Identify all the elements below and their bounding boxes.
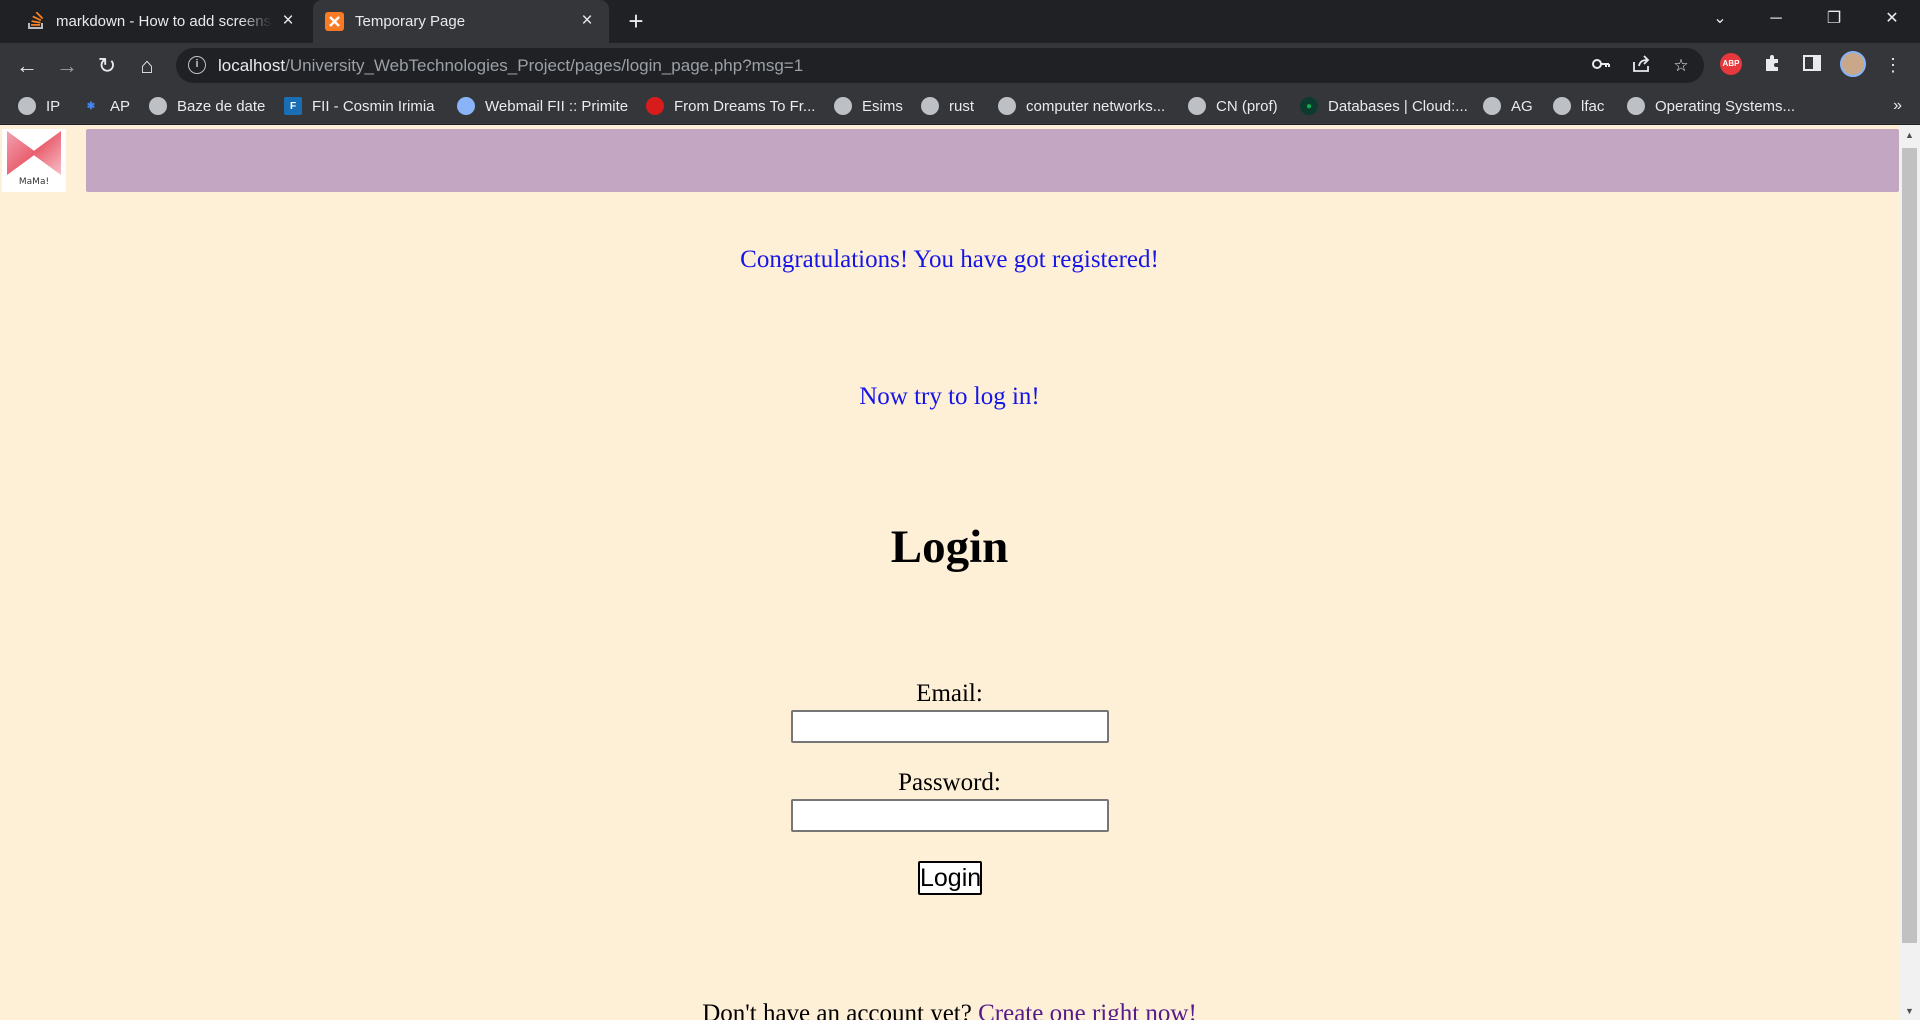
ap-icon: ✱ xyxy=(86,100,96,112)
site-header-bar xyxy=(86,129,1899,192)
bookmark-from-dreams[interactable]: From Dreams To Fr... xyxy=(646,88,815,124)
bookmark-fii[interactable]: F FII - Cosmin Irimia xyxy=(284,88,435,124)
page-viewport: MaMa! Congratulations! You have got regi… xyxy=(0,125,1920,1020)
reload-button[interactable]: ↻ xyxy=(92,51,122,81)
adblock-icon[interactable]: ABP xyxy=(1720,53,1742,75)
share-icon[interactable] xyxy=(1629,54,1653,78)
site-logo[interactable]: MaMa! xyxy=(2,129,66,192)
globe-icon xyxy=(921,97,939,115)
home-button[interactable]: ⌂ xyxy=(132,51,162,81)
fii-icon: F xyxy=(284,97,302,115)
globe-icon xyxy=(18,97,36,115)
url-text[interactable]: localhost/University_WebTechnologies_Pro… xyxy=(218,56,803,76)
bookmark-rust[interactable]: rust xyxy=(921,88,974,124)
tab-title: markdown - How to add screenshot xyxy=(56,13,272,30)
back-button[interactable]: ← xyxy=(12,51,42,81)
try-login-message: Now try to log in! xyxy=(859,383,1040,410)
close-tab-icon[interactable]: × xyxy=(577,11,597,31)
bookmark-ag[interactable]: AG xyxy=(1483,88,1533,124)
bookmark-cn-prof[interactable]: CN (prof) xyxy=(1188,88,1278,124)
sidepanel-icon[interactable] xyxy=(1800,53,1824,77)
close-tab-icon[interactable]: × xyxy=(278,11,298,31)
mongodb-icon: ● xyxy=(1300,97,1318,115)
red-icon xyxy=(646,97,664,115)
minimize-button[interactable]: ─ xyxy=(1748,0,1804,37)
globe-icon xyxy=(1188,97,1206,115)
browser-toolbar: ← → ↻ ⌂ i localhost/University_WebTechno… xyxy=(0,43,1920,88)
logo-mark xyxy=(7,131,61,175)
bookmark-databases[interactable]: ● Databases | Cloud:... xyxy=(1300,88,1468,124)
menu-icon[interactable]: ⋮ xyxy=(1881,53,1905,77)
password-field[interactable] xyxy=(791,799,1109,832)
email-label: Email: xyxy=(916,680,983,707)
tab-strip: markdown - How to add screenshot × Tempo… xyxy=(0,0,1920,43)
registration-success-message: Congratulations! You have got registered… xyxy=(740,246,1159,273)
bookmarks-bar: IP ✱ AP Baze de date F FII - Cosmin Irimia… xyxy=(0,88,1920,124)
vertical-scrollbar[interactable]: ▲ ▼ xyxy=(1899,125,1920,1020)
scroll-down-arrow-icon[interactable]: ▼ xyxy=(1899,1003,1920,1020)
bookmark-lfac[interactable]: lfac xyxy=(1553,88,1604,124)
bookmark-baze-de-date[interactable]: Baze de date xyxy=(149,88,265,124)
tab-search-icon[interactable]: ⌄ xyxy=(1692,0,1748,37)
new-tab-button[interactable]: + xyxy=(622,7,650,35)
bookmark-webmail[interactable]: Webmail FII :: Primite xyxy=(457,88,628,124)
xampp-icon xyxy=(325,12,344,31)
globe-icon xyxy=(998,97,1016,115)
key-icon[interactable] xyxy=(1589,54,1613,78)
webmail-icon xyxy=(457,97,475,115)
bookmark-computer-networks[interactable]: computer networks... xyxy=(998,88,1165,124)
signup-line: Don't have an account yet? Create one ri… xyxy=(0,1000,1899,1020)
login-button[interactable]: Login xyxy=(918,861,982,895)
stackoverflow-icon xyxy=(26,12,45,31)
tab-title: Temporary Page xyxy=(355,13,466,30)
bookmark-ip[interactable]: IP xyxy=(18,88,60,124)
address-bar[interactable]: i localhost/University_WebTechnologies_P… xyxy=(176,48,1704,83)
logo-text: MaMa! xyxy=(18,177,50,187)
star-icon[interactable]: ☆ xyxy=(1669,54,1693,78)
bookmarks-overflow-button[interactable]: » xyxy=(1893,88,1902,124)
email-field[interactable] xyxy=(791,710,1109,743)
restore-button[interactable]: ❐ xyxy=(1806,0,1862,37)
extensions-icon[interactable] xyxy=(1760,53,1784,77)
scrollbar-thumb[interactable] xyxy=(1902,148,1917,943)
globe-icon xyxy=(834,97,852,115)
bookmark-ap[interactable]: ✱ AP xyxy=(82,88,130,124)
forward-button[interactable]: → xyxy=(52,51,82,81)
site-info-icon[interactable]: i xyxy=(188,56,206,74)
close-window-button[interactable]: ✕ xyxy=(1864,0,1920,37)
globe-icon xyxy=(1553,97,1571,115)
globe-icon xyxy=(149,97,167,115)
tab-markdown[interactable]: markdown - How to add screenshot × xyxy=(12,0,310,43)
create-account-link[interactable]: Create one right now! xyxy=(978,1000,1197,1020)
bookmark-operating-systems[interactable]: Operating Systems... xyxy=(1627,88,1795,124)
tab-temporary-page[interactable]: Temporary Page × xyxy=(313,0,609,43)
password-label: Password: xyxy=(898,769,1001,796)
page-title: Login xyxy=(890,521,1009,573)
globe-icon xyxy=(1483,97,1501,115)
scroll-up-arrow-icon[interactable]: ▲ xyxy=(1899,127,1920,144)
globe-icon xyxy=(1627,97,1645,115)
avatar[interactable] xyxy=(1840,51,1866,77)
signup-prompt: Don't have an account yet? xyxy=(702,1000,972,1020)
bookmark-esims[interactable]: Esims xyxy=(834,88,903,124)
